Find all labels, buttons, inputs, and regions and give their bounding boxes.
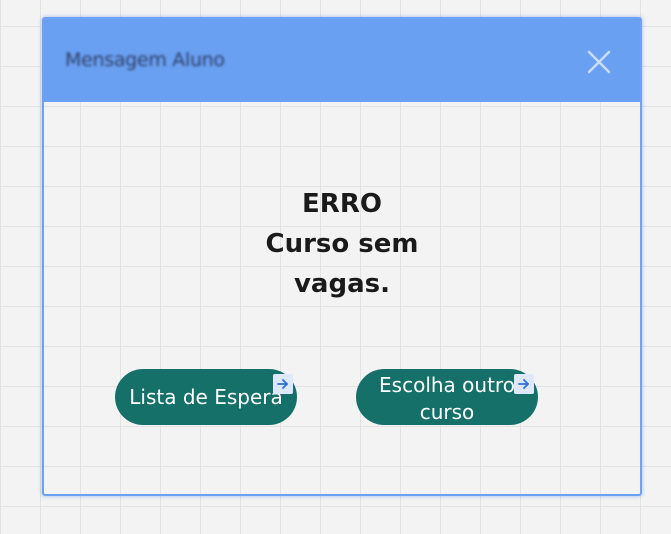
error-text-line: vagas.	[293, 269, 390, 299]
error-message: ERRO Curso sem vagas.	[44, 184, 640, 304]
wait-list-button[interactable]: Lista de Espera	[115, 369, 297, 425]
choose-other-course-label-line: Escolha outro	[379, 373, 515, 397]
error-text-line: Curso sem	[265, 229, 419, 259]
wait-list-button-label: Lista de Espera	[129, 385, 283, 409]
choose-other-course-button[interactable]: Escolha outro curso	[356, 369, 538, 425]
link-arrow-icon	[514, 374, 534, 394]
link-arrow-icon	[273, 374, 293, 394]
error-heading: ERRO	[302, 189, 382, 219]
dialog-titlebar: Mensagem Aluno	[44, 19, 640, 102]
message-dialog: Mensagem Aluno ERRO Curso sem vagas. Lis…	[42, 17, 642, 496]
close-icon[interactable]	[584, 47, 614, 77]
choose-other-course-label-line: curso	[419, 400, 475, 424]
dialog-title: Mensagem Aluno	[65, 49, 225, 71]
